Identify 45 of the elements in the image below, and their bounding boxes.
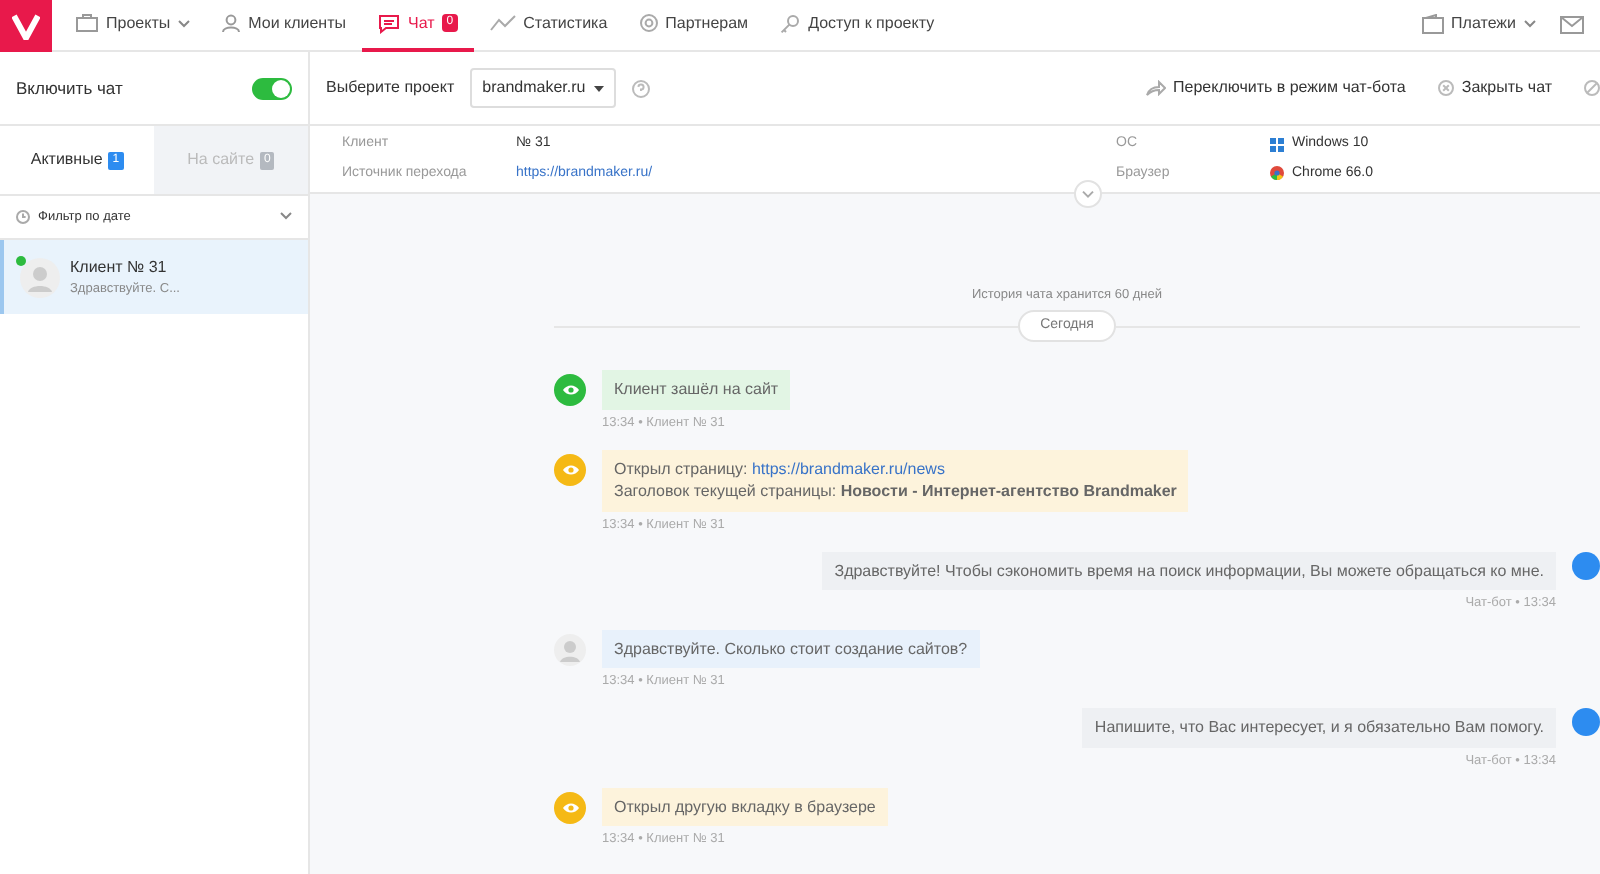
block-icon[interactable] (1584, 80, 1600, 96)
browser-icon (1270, 166, 1284, 181)
chart-icon (489, 14, 516, 32)
help-icon[interactable] (631, 79, 650, 97)
bot-message: Здравствуйте! Чтобы сэкономить время на поиск информации, Вы можете обращаться ко мне. (822, 551, 1556, 591)
mail-icon[interactable] (1560, 16, 1584, 34)
nav-tab[interactable]: Мои клиенты (206, 0, 363, 51)
wallet-icon (1421, 13, 1444, 33)
client-message: Здравствуйте. Сколько стоит создание сайтов? (602, 629, 980, 669)
avatar-icon (554, 633, 586, 666)
logo-icon (12, 11, 40, 39)
avatar-icon (20, 257, 60, 297)
nav-tab[interactable]: Партнерам (623, 0, 765, 51)
caret-icon (1524, 19, 1536, 27)
switch-bot-link[interactable]: Переключить в режим чат-бота (1145, 76, 1406, 100)
caret-icon (280, 212, 292, 221)
expand-icon[interactable] (1074, 180, 1102, 208)
logo[interactable] (0, 0, 52, 51)
share-arrow-icon (1145, 80, 1166, 96)
payments-menu[interactable]: Платежи (1413, 0, 1544, 51)
event-message: Открыл страницу: https://brandmaker.ru/news Заголовок текущей страницы: Новости - Интернет-агентство Brandmaker (602, 449, 1189, 512)
close-chat-link[interactable]: Закрыть чат (1437, 76, 1552, 100)
bot-avatar (1572, 708, 1600, 737)
windows-icon (1270, 137, 1284, 152)
event-message: Клиент зашёл на сайт (602, 370, 791, 410)
coin-icon (639, 14, 658, 32)
page-link[interactable]: https://brandmaker.ru/news (751, 459, 945, 478)
nav-tab[interactable]: Статистика (473, 0, 624, 51)
person-icon (222, 14, 241, 32)
chat-toggle[interactable] (252, 77, 292, 99)
event-message: Открыл другую вкладку в браузере (602, 787, 888, 827)
caret-icon (593, 85, 604, 91)
briefcase-icon (76, 14, 98, 32)
clock-icon (16, 210, 30, 224)
bot-avatar (1572, 551, 1600, 580)
close-icon (1437, 80, 1454, 96)
key-icon (780, 13, 801, 33)
nav-tab[interactable]: Проекты (60, 0, 207, 51)
bot-message: Напишите, что Вас интересует, и я обязательно Вам помогу. (1082, 708, 1556, 748)
toggle-label: Включить чат (16, 75, 123, 101)
nav-tab[interactable]: Доступ к проекту (764, 0, 951, 51)
chat-icon (378, 13, 401, 33)
project-label: Выберите проект (326, 76, 455, 100)
project-dropdown[interactable]: brandmaker.ru (470, 68, 616, 108)
client-name: Клиент № 31 (70, 255, 169, 280)
